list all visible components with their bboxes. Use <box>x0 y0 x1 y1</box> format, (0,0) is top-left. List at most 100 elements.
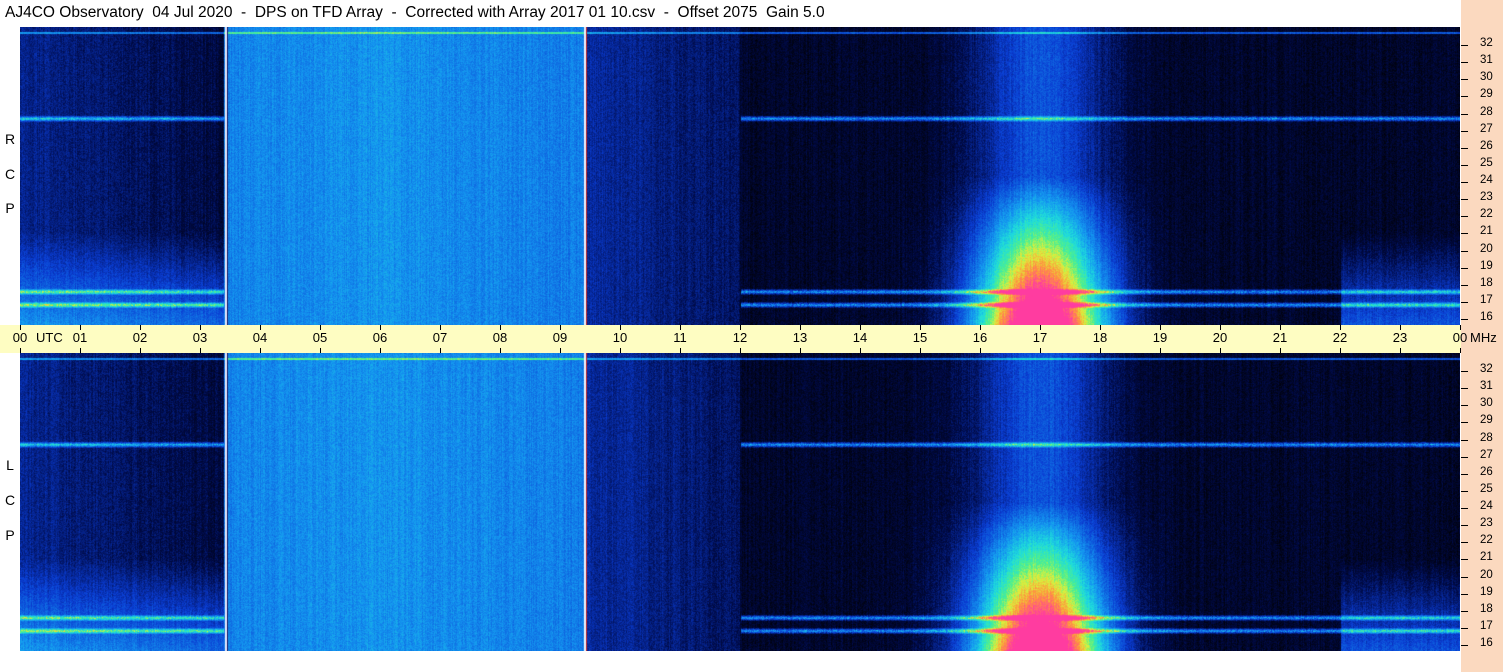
freq-tick <box>1461 216 1468 218</box>
freq-tick-label: 32 <box>1480 363 1493 375</box>
time-tick <box>260 348 261 353</box>
freq-tick-label: 27 <box>1480 448 1493 461</box>
freq-tick <box>1461 45 1468 46</box>
time-tick-label: 15 <box>912 330 928 345</box>
time-tick <box>1220 325 1221 330</box>
freq-tick <box>1461 284 1468 286</box>
freq-tick <box>1461 371 1468 372</box>
time-tick-label: 12 <box>732 330 748 345</box>
time-tick <box>860 348 861 353</box>
freq-tick-label: 18 <box>1480 602 1493 615</box>
time-tick <box>920 325 921 330</box>
freq-tick <box>1461 627 1468 629</box>
time-tick <box>1280 348 1281 353</box>
freq-tick <box>1461 147 1468 149</box>
freq-tick <box>1461 96 1468 98</box>
time-tick <box>80 348 81 353</box>
freq-tick <box>1461 250 1468 252</box>
freq-tick <box>1461 62 1468 64</box>
time-tick-label: 01 <box>72 330 88 345</box>
time-tick <box>1220 348 1221 353</box>
time-tick <box>1040 325 1041 330</box>
freq-tick <box>1461 319 1468 320</box>
time-tick <box>1160 348 1161 353</box>
pol-letter-p2: P <box>5 527 15 543</box>
freq-tick <box>1461 164 1468 166</box>
freq-tick-label: 20 <box>1480 242 1493 255</box>
time-tick <box>80 325 81 330</box>
time-tick-label: 17 <box>1032 330 1048 345</box>
time-tick <box>1400 325 1401 330</box>
time-tick-label: 00 <box>12 330 28 345</box>
freq-tick-label: 25 <box>1480 156 1493 169</box>
time-tick <box>860 325 861 330</box>
freq-tick <box>1461 645 1468 646</box>
time-tick-label: 02 <box>132 330 148 345</box>
time-tick-label: 13 <box>792 330 808 345</box>
time-tick <box>1040 348 1041 353</box>
time-tick <box>320 325 321 330</box>
utc-unit-label: UTC <box>36 330 63 345</box>
freq-tick-label: 26 <box>1480 465 1493 478</box>
freq-tick <box>1461 456 1468 458</box>
freq-tick-label: 31 <box>1480 380 1493 393</box>
time-tick <box>260 325 261 330</box>
freq-tick-label: 28 <box>1480 431 1493 444</box>
freq-tick <box>1461 79 1468 81</box>
time-tick <box>920 348 921 353</box>
freq-tick <box>1461 473 1468 475</box>
freq-tick-label: 27 <box>1480 122 1493 135</box>
freq-tick-label: 18 <box>1480 276 1493 289</box>
freq-tick <box>1461 508 1468 509</box>
mhz-unit-label: MHz <box>1470 330 1497 345</box>
freq-tick <box>1461 576 1468 578</box>
time-tick <box>500 348 501 353</box>
freq-tick-label: 28 <box>1480 105 1493 118</box>
rcp-heatmap-canvas <box>20 27 1460 325</box>
freq-tick <box>1461 559 1468 561</box>
time-tick-label: 22 <box>1332 330 1348 345</box>
time-tick-label: 06 <box>372 330 388 345</box>
pol-letter-c1: C <box>4 166 16 182</box>
time-tick <box>140 325 141 330</box>
time-tick-label: 03 <box>192 330 208 345</box>
time-tick-label: 00 <box>1452 330 1468 345</box>
chart-title: AJ4CO Observatory 04 Jul 2020 - DPS on T… <box>5 4 825 21</box>
freq-tick-label: 17 <box>1480 293 1493 306</box>
freq-tick-label: 30 <box>1480 71 1493 84</box>
time-tick <box>1160 325 1161 330</box>
time-tick <box>560 348 561 353</box>
freq-tick-label: 31 <box>1480 54 1493 67</box>
time-tick <box>20 348 21 353</box>
time-tick-label: 05 <box>312 330 328 345</box>
time-tick <box>200 348 201 353</box>
freq-tick-label: 24 <box>1480 174 1493 186</box>
lcp-heatmap-canvas <box>20 353 1460 651</box>
time-tick <box>1100 348 1101 353</box>
freq-tick <box>1461 405 1468 407</box>
time-tick-label: 04 <box>252 330 268 345</box>
time-tick <box>560 325 561 330</box>
time-tick-label: 09 <box>552 330 568 345</box>
time-tick <box>1340 325 1341 330</box>
freq-tick <box>1461 233 1468 235</box>
freq-tick-label: 29 <box>1480 88 1493 101</box>
time-tick <box>440 348 441 353</box>
freq-tick <box>1461 593 1468 595</box>
time-tick <box>140 348 141 353</box>
freq-tick <box>1461 422 1468 424</box>
freq-tick-label: 30 <box>1480 397 1493 410</box>
time-tick <box>1460 325 1461 330</box>
freq-tick-label: 20 <box>1480 568 1493 581</box>
time-tick-label: 23 <box>1392 330 1408 345</box>
freq-tick-label: 24 <box>1480 500 1493 512</box>
time-tick-label: 19 <box>1152 330 1168 345</box>
freq-tick <box>1461 490 1468 492</box>
freq-tick <box>1461 525 1468 527</box>
freq-tick <box>1461 113 1468 115</box>
time-tick <box>800 348 801 353</box>
freq-tick-label: 29 <box>1480 414 1493 427</box>
time-tick <box>1280 325 1281 330</box>
freq-tick-label: 16 <box>1480 637 1493 649</box>
freq-tick-label: 21 <box>1480 551 1493 564</box>
